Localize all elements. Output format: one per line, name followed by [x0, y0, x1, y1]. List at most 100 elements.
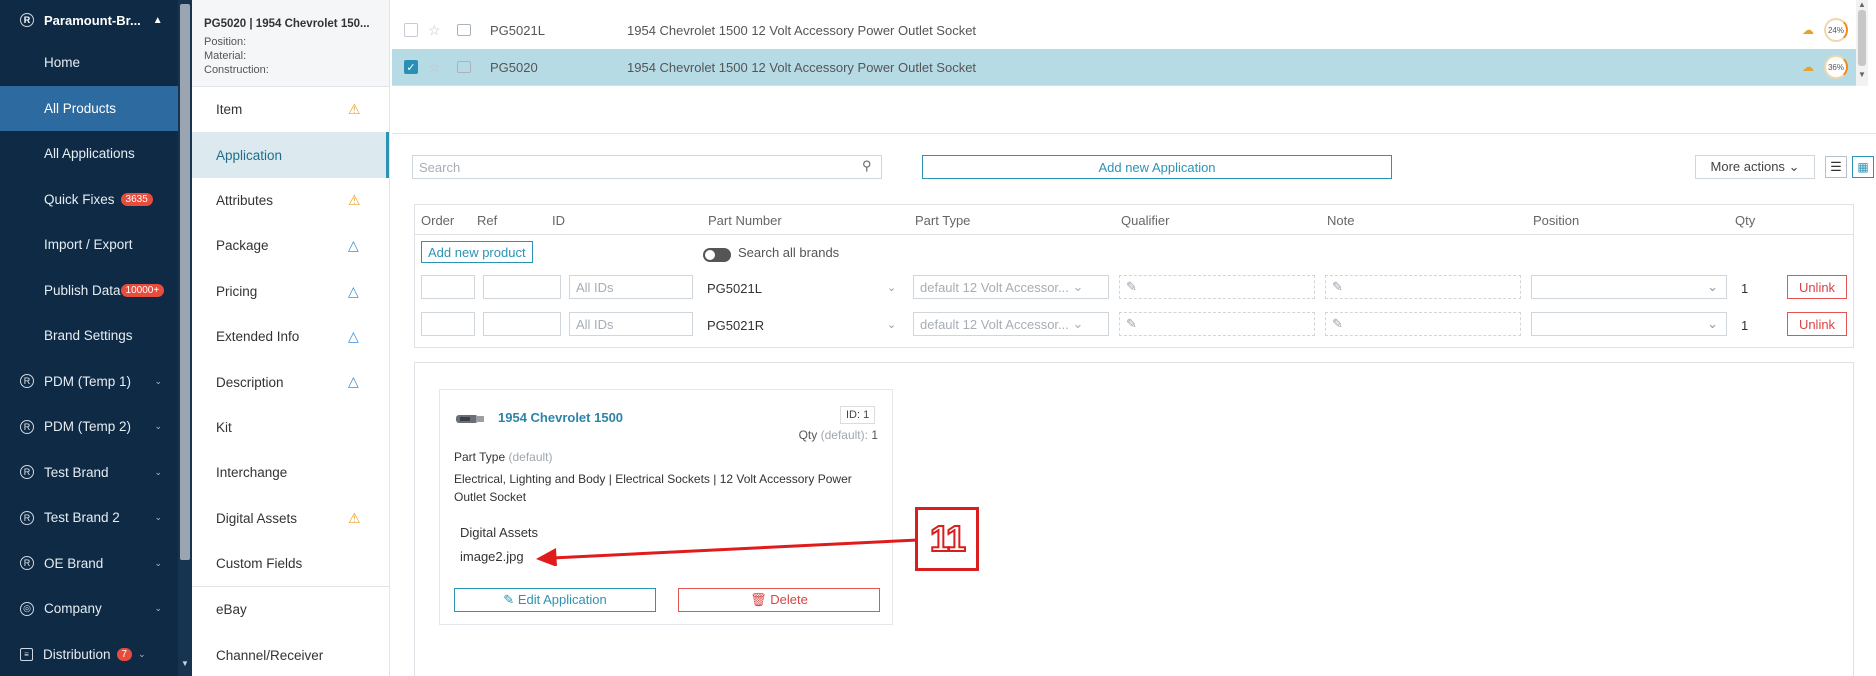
search-icon[interactable]: ⚲ — [862, 158, 872, 174]
chevron-down-icon[interactable]: ⌄ — [887, 318, 896, 331]
star-icon[interactable]: ☆ — [428, 22, 441, 39]
warning-icon: ⚠ — [348, 101, 361, 117]
ref-input[interactable] — [483, 312, 561, 336]
row-checkbox-checked[interactable]: ✓ — [404, 60, 418, 74]
nav-item-home[interactable]: Home — [0, 40, 192, 86]
subnav-custom-fields[interactable]: Custom Fields — [192, 541, 389, 586]
scroll-up-arrow-icon[interactable]: ▲ — [1858, 0, 1866, 9]
chevron-down-icon: ⌄ — [1788, 159, 1800, 174]
star-icon[interactable]: ☆ — [428, 59, 441, 76]
nav-group-test-brand-2[interactable]: R Test Brand 2 ⌄ — [0, 495, 192, 541]
product-thumbnail — [456, 415, 484, 423]
note-field[interactable]: ✎ — [1325, 312, 1521, 336]
subnav-label: Kit — [216, 419, 232, 435]
part-type-select[interactable]: default 12 Volt Accessor... ⌄ — [913, 312, 1109, 336]
more-actions-dropdown[interactable]: More actions ⌄ — [1695, 155, 1815, 179]
subnav-attributes[interactable]: Attributes ⚠ — [192, 178, 389, 223]
nav-item-brand-settings[interactable]: Brand Settings — [0, 313, 192, 359]
add-application-button[interactable]: Add new Application — [922, 155, 1392, 179]
part-type-select[interactable]: default 12 Volt Accessor... ⌄ — [913, 275, 1109, 299]
id-input[interactable]: All IDs — [569, 312, 693, 336]
search-all-brands-toggle[interactable] — [703, 248, 731, 262]
subnav-kit[interactable]: Kit — [192, 405, 389, 450]
order-input[interactable] — [421, 275, 475, 299]
add-new-product-button[interactable]: Add new product — [421, 241, 533, 263]
nav-group-test-brand[interactable]: R Test Brand ⌄ — [0, 450, 192, 496]
scroll-down-arrow-icon[interactable]: ▼ — [1858, 70, 1866, 79]
grid-view-icon[interactable]: ▦ — [1852, 156, 1874, 178]
chevron-down-icon[interactable]: ⌄ — [887, 281, 896, 294]
product-row[interactable]: ☆ PG5021L 1954 Chevrolet 1500 12 Volt Ac… — [392, 12, 1856, 48]
nav-group-pdm-temp-1[interactable]: R PDM (Temp 1) ⌄ — [0, 359, 192, 405]
product-summary: PG5020 | 1954 Chevrolet 150... Position:… — [192, 0, 389, 87]
part-number-value[interactable]: PG5021R — [707, 318, 764, 333]
subnav-item[interactable]: Item ⚠ — [192, 87, 389, 132]
search-input[interactable] — [412, 155, 882, 179]
ref-input[interactable] — [483, 275, 561, 299]
application-title[interactable]: 1954 Chevrolet 1500 — [498, 410, 623, 425]
position-select[interactable]: ⌄ — [1531, 312, 1727, 336]
part-number: PG5021L — [490, 22, 545, 38]
order-input[interactable] — [421, 312, 475, 336]
digital-asset-file[interactable]: image2.jpg — [460, 549, 524, 564]
scroll-down-arrow-icon[interactable]: ▼ — [181, 659, 189, 668]
subnav-label: Digital Assets — [216, 510, 298, 526]
position-select[interactable]: ⌄ — [1531, 275, 1727, 299]
nav-item-quick-fixes[interactable]: Quick Fixes 3635 — [0, 177, 192, 223]
nav-group-pdm-temp-2[interactable]: R PDM (Temp 2) ⌄ — [0, 404, 192, 450]
nav-group-company[interactable]: ◎ Company ⌄ — [0, 586, 192, 632]
subnav-application[interactable]: Application — [192, 132, 389, 178]
col-position: Position — [1533, 213, 1580, 228]
annotation-number: 11 — [929, 517, 967, 560]
nav-group-label: Distribution — [43, 646, 111, 662]
brand-switcher[interactable]: R Paramount-Br... ▲ — [0, 0, 192, 40]
subnav-description[interactable]: Description △ — [192, 359, 389, 404]
more-actions-label: More actions — [1710, 159, 1785, 174]
subnav-interchange[interactable]: Interchange — [192, 450, 389, 495]
subnav-pricing[interactable]: Pricing △ — [192, 269, 389, 314]
part-description: 1954 Chevrolet 1500 12 Volt Accessory Po… — [627, 59, 977, 75]
qualifier-field[interactable]: ✎ — [1119, 312, 1315, 336]
unlink-button[interactable]: Unlink — [1787, 312, 1847, 336]
note-field[interactable]: ✎ — [1325, 275, 1521, 299]
list-view-icon[interactable]: ☰ — [1825, 156, 1847, 178]
id-input[interactable]: All IDs — [569, 275, 693, 299]
edit-application-button[interactable]: ✎ Edit Application — [454, 588, 656, 612]
delete-application-button[interactable]: 🗑 Delete — [678, 588, 880, 612]
nav-label: Import / Export — [44, 237, 133, 253]
qty-value: 1 — [871, 428, 878, 442]
registered-icon: R — [20, 510, 34, 525]
nav-scrollbar[interactable]: ▼ — [178, 0, 192, 676]
part-type-label: Part Type — [454, 450, 506, 464]
subnav-digital-assets[interactable]: Digital Assets ⚠ — [192, 496, 389, 541]
nav-group-oe-brand[interactable]: R OE Brand ⌄ — [0, 541, 192, 587]
nav-label: Quick Fixes — [44, 191, 115, 207]
nav-item-all-products[interactable]: All Products — [0, 85, 192, 131]
row-checkbox[interactable] — [404, 23, 418, 37]
nav-group-label: Test Brand 2 — [44, 510, 120, 526]
nav-item-import-export[interactable]: Import / Export — [0, 222, 192, 268]
scrollbar-thumb[interactable] — [180, 4, 190, 560]
nav-item-publish-data[interactable]: Publish Data 10000+ — [0, 268, 192, 314]
nav-group-label: PDM (Temp 1) — [44, 373, 132, 389]
subnav-ebay[interactable]: eBay — [192, 587, 389, 632]
nav-label: Brand Settings — [44, 328, 133, 344]
info-triangle-icon: △ — [348, 282, 359, 299]
unlink-button[interactable]: Unlink — [1787, 275, 1847, 299]
qualifier-field[interactable]: ✎ — [1119, 275, 1315, 299]
nav-item-all-applications[interactable]: All Applications — [0, 131, 192, 177]
product-list-scrollbar[interactable]: ▲ ▼ — [1856, 0, 1868, 86]
registered-icon: R — [20, 419, 34, 434]
subnav-package[interactable]: Package △ — [192, 223, 389, 268]
part-number-value[interactable]: PG5021L — [707, 281, 762, 296]
registered-icon: R — [20, 13, 34, 27]
subnav-channel-receiver[interactable]: Channel/Receiver — [192, 633, 389, 676]
digital-assets-label: Digital Assets — [460, 525, 539, 540]
part-description: 1954 Chevrolet 1500 12 Volt Accessory Po… — [627, 22, 977, 38]
nav-group-distribution[interactable]: ≡ Distribution 7 ⌄ — [0, 632, 192, 676]
product-row-selected[interactable]: ✓ ☆ PG5020 1954 Chevrolet 1500 12 Volt A… — [392, 49, 1856, 85]
chevron-up-icon: ▲ — [152, 14, 163, 26]
product-section-sidebar: PG5020 | 1954 Chevrolet 150... Position:… — [192, 0, 390, 676]
scrollbar-thumb[interactable] — [1858, 10, 1866, 66]
subnav-extended-info[interactable]: Extended Info △ — [192, 314, 389, 359]
